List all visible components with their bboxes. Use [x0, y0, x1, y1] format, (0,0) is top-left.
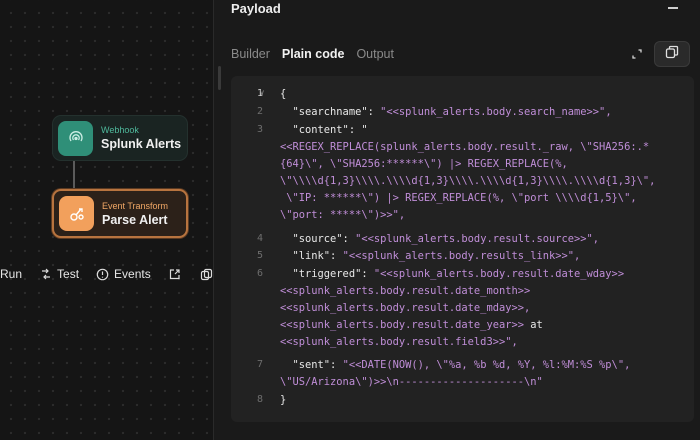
json-key: "triggered":	[292, 268, 374, 280]
json-value: <<splunk_alerts.body.result.date_year>>	[280, 319, 524, 331]
json-key: "content": "	[292, 124, 368, 136]
json-key: "sent":	[292, 359, 343, 371]
line-number: 3	[256, 124, 263, 135]
panel-title: Payload	[231, 1, 281, 16]
json-value: \"IP: ******\") |> REGEX_REPLACE(%, \"po…	[280, 192, 637, 204]
fold-icon[interactable]: ∨	[259, 88, 265, 97]
json-key: "link":	[292, 250, 343, 262]
canvas-toolbar: Run Test Events	[0, 258, 213, 290]
json-value: \"US/Arizona\")>>\n--------------------\…	[280, 376, 543, 388]
json-value: <<splunk_alerts.body.result.date_mday>>,	[280, 302, 531, 314]
events-label: Events	[114, 267, 151, 281]
duplicate-button[interactable]	[200, 268, 213, 281]
json-value: "<<splunk_alerts.body.result.source>>",	[355, 233, 600, 245]
export-button[interactable]	[168, 268, 181, 281]
line-number: 2	[256, 106, 263, 117]
test-icon	[40, 268, 52, 280]
event-transform-node[interactable]: Event Transform Parse Alert	[52, 189, 188, 238]
node-kind-label: Webhook	[101, 125, 139, 135]
tab-builder[interactable]: Builder	[231, 47, 270, 61]
json-key: "source":	[292, 233, 356, 245]
line-number: 5	[256, 250, 263, 261]
json-value: \"\\\\d{1,3}\\\\.\\\\d{1,3}\\\\.\\\\d{1,…	[280, 175, 656, 187]
json-text: at	[523, 319, 543, 331]
run-button[interactable]: Run	[0, 267, 22, 281]
node-kind-label: Event Transform	[102, 200, 169, 211]
expand-icon[interactable]	[630, 47, 644, 61]
collapse-button[interactable]	[668, 7, 678, 9]
events-button[interactable]: Events	[96, 267, 151, 281]
json-value: <<splunk_alerts.body.result.date_month>>	[280, 285, 531, 297]
json-value: \"port: *****\")>>",	[280, 209, 406, 221]
json-value: "<<splunk_alerts.body.search_name>>",	[380, 106, 612, 118]
test-button[interactable]: Test	[40, 267, 79, 281]
json-brace: {	[280, 88, 287, 100]
json-brace: }	[280, 394, 287, 406]
json-value: <<splunk_alerts.body.result.field3>>",	[280, 336, 518, 348]
node-name-label: Parse Alert	[102, 212, 168, 227]
payload-tabs: Builder Plain code Output	[231, 47, 394, 61]
export-icon	[168, 268, 181, 281]
json-value: "<<DATE(NOW(), \"%a, %b %d, %Y, %l:%M:%S…	[342, 359, 631, 371]
json-key: "searchname":	[292, 106, 381, 118]
tab-plain-code[interactable]: Plain code	[282, 47, 345, 61]
copy-button[interactable]	[654, 41, 690, 67]
json-value: "<<splunk_alerts.body.result.date_wday>>	[373, 268, 625, 280]
tab-output[interactable]: Output	[356, 47, 394, 61]
json-value: "<<splunk_alerts.body.results_link>>",	[342, 250, 581, 262]
run-label: Run	[0, 267, 23, 281]
copy-icon	[665, 45, 679, 64]
webhook-node[interactable]: Webhook Splunk Alerts	[52, 115, 188, 161]
payload-panel: Payload Builder Plain code Output 1 ∨ { …	[213, 0, 700, 440]
node-connector	[73, 161, 75, 189]
line-number: 6	[256, 268, 263, 279]
json-value: {64}\", \"SHA256:******\") |> REGEX_REPL…	[280, 158, 568, 170]
code-editor[interactable]: 1 ∨ { 2 "searchname": "<<splunk_alerts.b…	[231, 76, 694, 422]
node-name-label: Splunk Alerts	[101, 137, 182, 151]
line-number: 8	[256, 394, 263, 405]
line-number: 7	[256, 359, 263, 370]
duplicate-icon	[200, 268, 213, 281]
transform-icon	[59, 196, 94, 231]
line-number: 4	[256, 233, 263, 244]
scrollbar[interactable]	[218, 66, 221, 90]
workflow-canvas[interactable]: Webhook Splunk Alerts Event Transform Pa…	[0, 0, 213, 440]
json-value: <<REGEX_REPLACE(splunk_alerts.body.resul…	[280, 141, 650, 153]
webhook-icon	[58, 120, 93, 156]
test-label: Test	[57, 267, 80, 281]
events-icon	[96, 268, 109, 281]
